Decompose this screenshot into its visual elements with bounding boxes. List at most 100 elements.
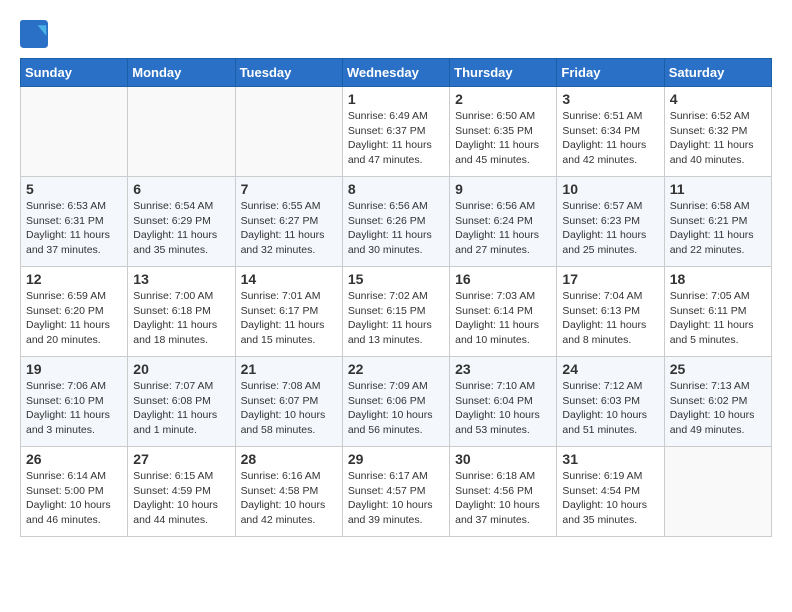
calendar-cell bbox=[664, 447, 771, 537]
calendar-cell: 6 Sunrise: 6:54 AM Sunset: 6:29 PM Daylig… bbox=[128, 177, 235, 267]
day-number: 10 bbox=[562, 181, 658, 197]
calendar-week-row: 19Sunrise: 7:06 AM Sunset: 6:10 PM Dayli… bbox=[21, 357, 772, 447]
day-info: Sunrise: 7:00 AM Sunset: 6:18 PM Dayligh… bbox=[133, 289, 229, 348]
calendar-cell bbox=[21, 87, 128, 177]
day-info: Sunrise: 6:14 AM Sunset: 5:00 PM Dayligh… bbox=[26, 469, 122, 528]
calendar-cell: 9Sunrise: 6:56 AM Sunset: 6:24 PM Daylig… bbox=[450, 177, 557, 267]
weekday-header: Thursday bbox=[450, 59, 557, 87]
day-info: Sunrise: 6:55 AM Sunset: 6:27 PM Dayligh… bbox=[241, 199, 337, 258]
day-number: 24 bbox=[562, 361, 658, 377]
calendar-table: SundayMondayTuesdayWednesdayThursdayFrid… bbox=[20, 58, 772, 537]
day-info: Sunrise: 7:03 AM Sunset: 6:14 PM Dayligh… bbox=[455, 289, 551, 348]
day-info: Sunrise: 6:49 AM Sunset: 6:37 PM Dayligh… bbox=[348, 109, 444, 168]
calendar-week-row: 1 Sunrise: 6:49 AM Sunset: 6:37 PM Daylig… bbox=[21, 87, 772, 177]
calendar-cell: 13Sunrise: 7:00 AM Sunset: 6:18 PM Dayli… bbox=[128, 267, 235, 357]
weekday-header: Tuesday bbox=[235, 59, 342, 87]
day-number: 22 bbox=[348, 361, 444, 377]
day-info: Sunrise: 6:58 AM Sunset: 6:21 PM Dayligh… bbox=[670, 199, 766, 258]
day-number: 16 bbox=[455, 271, 551, 287]
calendar-cell: 29Sunrise: 6:17 AM Sunset: 4:57 PM Dayli… bbox=[342, 447, 449, 537]
calendar-cell: 4 Sunrise: 6:52 AM Sunset: 6:32 PM Daylig… bbox=[664, 87, 771, 177]
day-number: 7 bbox=[241, 181, 337, 197]
day-info: Sunrise: 6:52 AM Sunset: 6:32 PM Dayligh… bbox=[670, 109, 766, 168]
calendar-cell: 3 Sunrise: 6:51 AM Sunset: 6:34 PM Daylig… bbox=[557, 87, 664, 177]
calendar-cell: 24 Sunrise: 7:12 AM Sunset: 6:03 PM Dayli… bbox=[557, 357, 664, 447]
day-number: 21 bbox=[241, 361, 337, 377]
weekday-header: Wednesday bbox=[342, 59, 449, 87]
calendar-week-row: 12 Sunrise: 6:59 AM Sunset: 6:20 PM Dayli… bbox=[21, 267, 772, 357]
day-info: Sunrise: 7:09 AM Sunset: 6:06 PM Dayligh… bbox=[348, 379, 444, 438]
day-info: Sunrise: 7:04 AM Sunset: 6:13 PM Dayligh… bbox=[562, 289, 658, 348]
day-number: 17 bbox=[562, 271, 658, 287]
day-number: 28 bbox=[241, 451, 337, 467]
calendar-cell: 11 Sunrise: 6:58 AM Sunset: 6:21 PM Dayli… bbox=[664, 177, 771, 267]
day-info: Sunrise: 6:59 AM Sunset: 6:20 PM Dayligh… bbox=[26, 289, 122, 348]
day-info: Sunrise: 6:18 AM Sunset: 4:56 PM Dayligh… bbox=[455, 469, 551, 528]
day-number: 27 bbox=[133, 451, 229, 467]
day-number: 31 bbox=[562, 451, 658, 467]
calendar-cell bbox=[128, 87, 235, 177]
calendar-cell: 25Sunrise: 7:13 AM Sunset: 6:02 PM Dayli… bbox=[664, 357, 771, 447]
day-info: Sunrise: 7:05 AM Sunset: 6:11 PM Dayligh… bbox=[670, 289, 766, 348]
calendar-cell: 8Sunrise: 6:56 AM Sunset: 6:26 PM Daylig… bbox=[342, 177, 449, 267]
day-info: Sunrise: 7:08 AM Sunset: 6:07 PM Dayligh… bbox=[241, 379, 337, 438]
day-info: Sunrise: 6:16 AM Sunset: 4:58 PM Dayligh… bbox=[241, 469, 337, 528]
calendar-cell: 14Sunrise: 7:01 AM Sunset: 6:17 PM Dayli… bbox=[235, 267, 342, 357]
day-number: 25 bbox=[670, 361, 766, 377]
calendar-cell: 31 Sunrise: 6:19 AM Sunset: 4:54 PM Dayli… bbox=[557, 447, 664, 537]
day-info: Sunrise: 7:10 AM Sunset: 6:04 PM Dayligh… bbox=[455, 379, 551, 438]
day-number: 12 bbox=[26, 271, 122, 287]
day-number: 5 bbox=[26, 181, 122, 197]
day-info: Sunrise: 7:12 AM Sunset: 6:03 PM Dayligh… bbox=[562, 379, 658, 438]
calendar-cell: 12 Sunrise: 6:59 AM Sunset: 6:20 PM Dayli… bbox=[21, 267, 128, 357]
day-info: Sunrise: 6:53 AM Sunset: 6:31 PM Dayligh… bbox=[26, 199, 122, 258]
calendar-cell: 18 Sunrise: 7:05 AM Sunset: 6:11 PM Dayli… bbox=[664, 267, 771, 357]
day-number: 2 bbox=[455, 91, 551, 107]
page-header bbox=[20, 20, 772, 48]
day-number: 18 bbox=[670, 271, 766, 287]
day-number: 26 bbox=[26, 451, 122, 467]
day-number: 20 bbox=[133, 361, 229, 377]
calendar-cell: 26 Sunrise: 6:14 AM Sunset: 5:00 PM Dayli… bbox=[21, 447, 128, 537]
calendar-cell: 22 Sunrise: 7:09 AM Sunset: 6:06 PM Dayli… bbox=[342, 357, 449, 447]
day-number: 23 bbox=[455, 361, 551, 377]
day-info: Sunrise: 6:15 AM Sunset: 4:59 PM Dayligh… bbox=[133, 469, 229, 528]
weekday-header: Friday bbox=[557, 59, 664, 87]
calendar-cell: 21 Sunrise: 7:08 AM Sunset: 6:07 PM Dayli… bbox=[235, 357, 342, 447]
calendar-cell: 19Sunrise: 7:06 AM Sunset: 6:10 PM Dayli… bbox=[21, 357, 128, 447]
logo bbox=[20, 20, 52, 48]
day-number: 29 bbox=[348, 451, 444, 467]
day-number: 30 bbox=[455, 451, 551, 467]
day-info: Sunrise: 6:19 AM Sunset: 4:54 PM Dayligh… bbox=[562, 469, 658, 528]
day-info: Sunrise: 7:06 AM Sunset: 6:10 PM Dayligh… bbox=[26, 379, 122, 438]
day-info: Sunrise: 6:56 AM Sunset: 6:26 PM Dayligh… bbox=[348, 199, 444, 258]
calendar-cell: 17 Sunrise: 7:04 AM Sunset: 6:13 PM Dayli… bbox=[557, 267, 664, 357]
calendar-cell: 5 Sunrise: 6:53 AM Sunset: 6:31 PM Daylig… bbox=[21, 177, 128, 267]
calendar-cell: 16 Sunrise: 7:03 AM Sunset: 6:14 PM Dayli… bbox=[450, 267, 557, 357]
day-info: Sunrise: 6:57 AM Sunset: 6:23 PM Dayligh… bbox=[562, 199, 658, 258]
calendar-cell: 23 Sunrise: 7:10 AM Sunset: 6:04 PM Dayli… bbox=[450, 357, 557, 447]
day-info: Sunrise: 6:51 AM Sunset: 6:34 PM Dayligh… bbox=[562, 109, 658, 168]
weekday-header: Saturday bbox=[664, 59, 771, 87]
weekday-header: Sunday bbox=[21, 59, 128, 87]
calendar-cell: 7 Sunrise: 6:55 AM Sunset: 6:27 PM Daylig… bbox=[235, 177, 342, 267]
calendar-cell: 2Sunrise: 6:50 AM Sunset: 6:35 PM Daylig… bbox=[450, 87, 557, 177]
day-number: 14 bbox=[241, 271, 337, 287]
day-number: 6 bbox=[133, 181, 229, 197]
weekday-header: Monday bbox=[128, 59, 235, 87]
calendar-cell: 20 Sunrise: 7:07 AM Sunset: 6:08 PM Dayli… bbox=[128, 357, 235, 447]
calendar-cell: 28 Sunrise: 6:16 AM Sunset: 4:58 PM Dayli… bbox=[235, 447, 342, 537]
day-number: 1 bbox=[348, 91, 444, 107]
day-info: Sunrise: 7:07 AM Sunset: 6:08 PM Dayligh… bbox=[133, 379, 229, 438]
day-info: Sunrise: 6:56 AM Sunset: 6:24 PM Dayligh… bbox=[455, 199, 551, 258]
day-number: 4 bbox=[670, 91, 766, 107]
calendar-cell: 30 Sunrise: 6:18 AM Sunset: 4:56 PM Dayli… bbox=[450, 447, 557, 537]
day-info: Sunrise: 6:54 AM Sunset: 6:29 PM Dayligh… bbox=[133, 199, 229, 258]
calendar-cell bbox=[235, 87, 342, 177]
calendar-cell: 10 Sunrise: 6:57 AM Sunset: 6:23 PM Dayli… bbox=[557, 177, 664, 267]
day-number: 15 bbox=[348, 271, 444, 287]
day-number: 3 bbox=[562, 91, 658, 107]
logo-icon bbox=[20, 20, 48, 48]
day-info: Sunrise: 7:02 AM Sunset: 6:15 PM Dayligh… bbox=[348, 289, 444, 348]
day-number: 11 bbox=[670, 181, 766, 197]
